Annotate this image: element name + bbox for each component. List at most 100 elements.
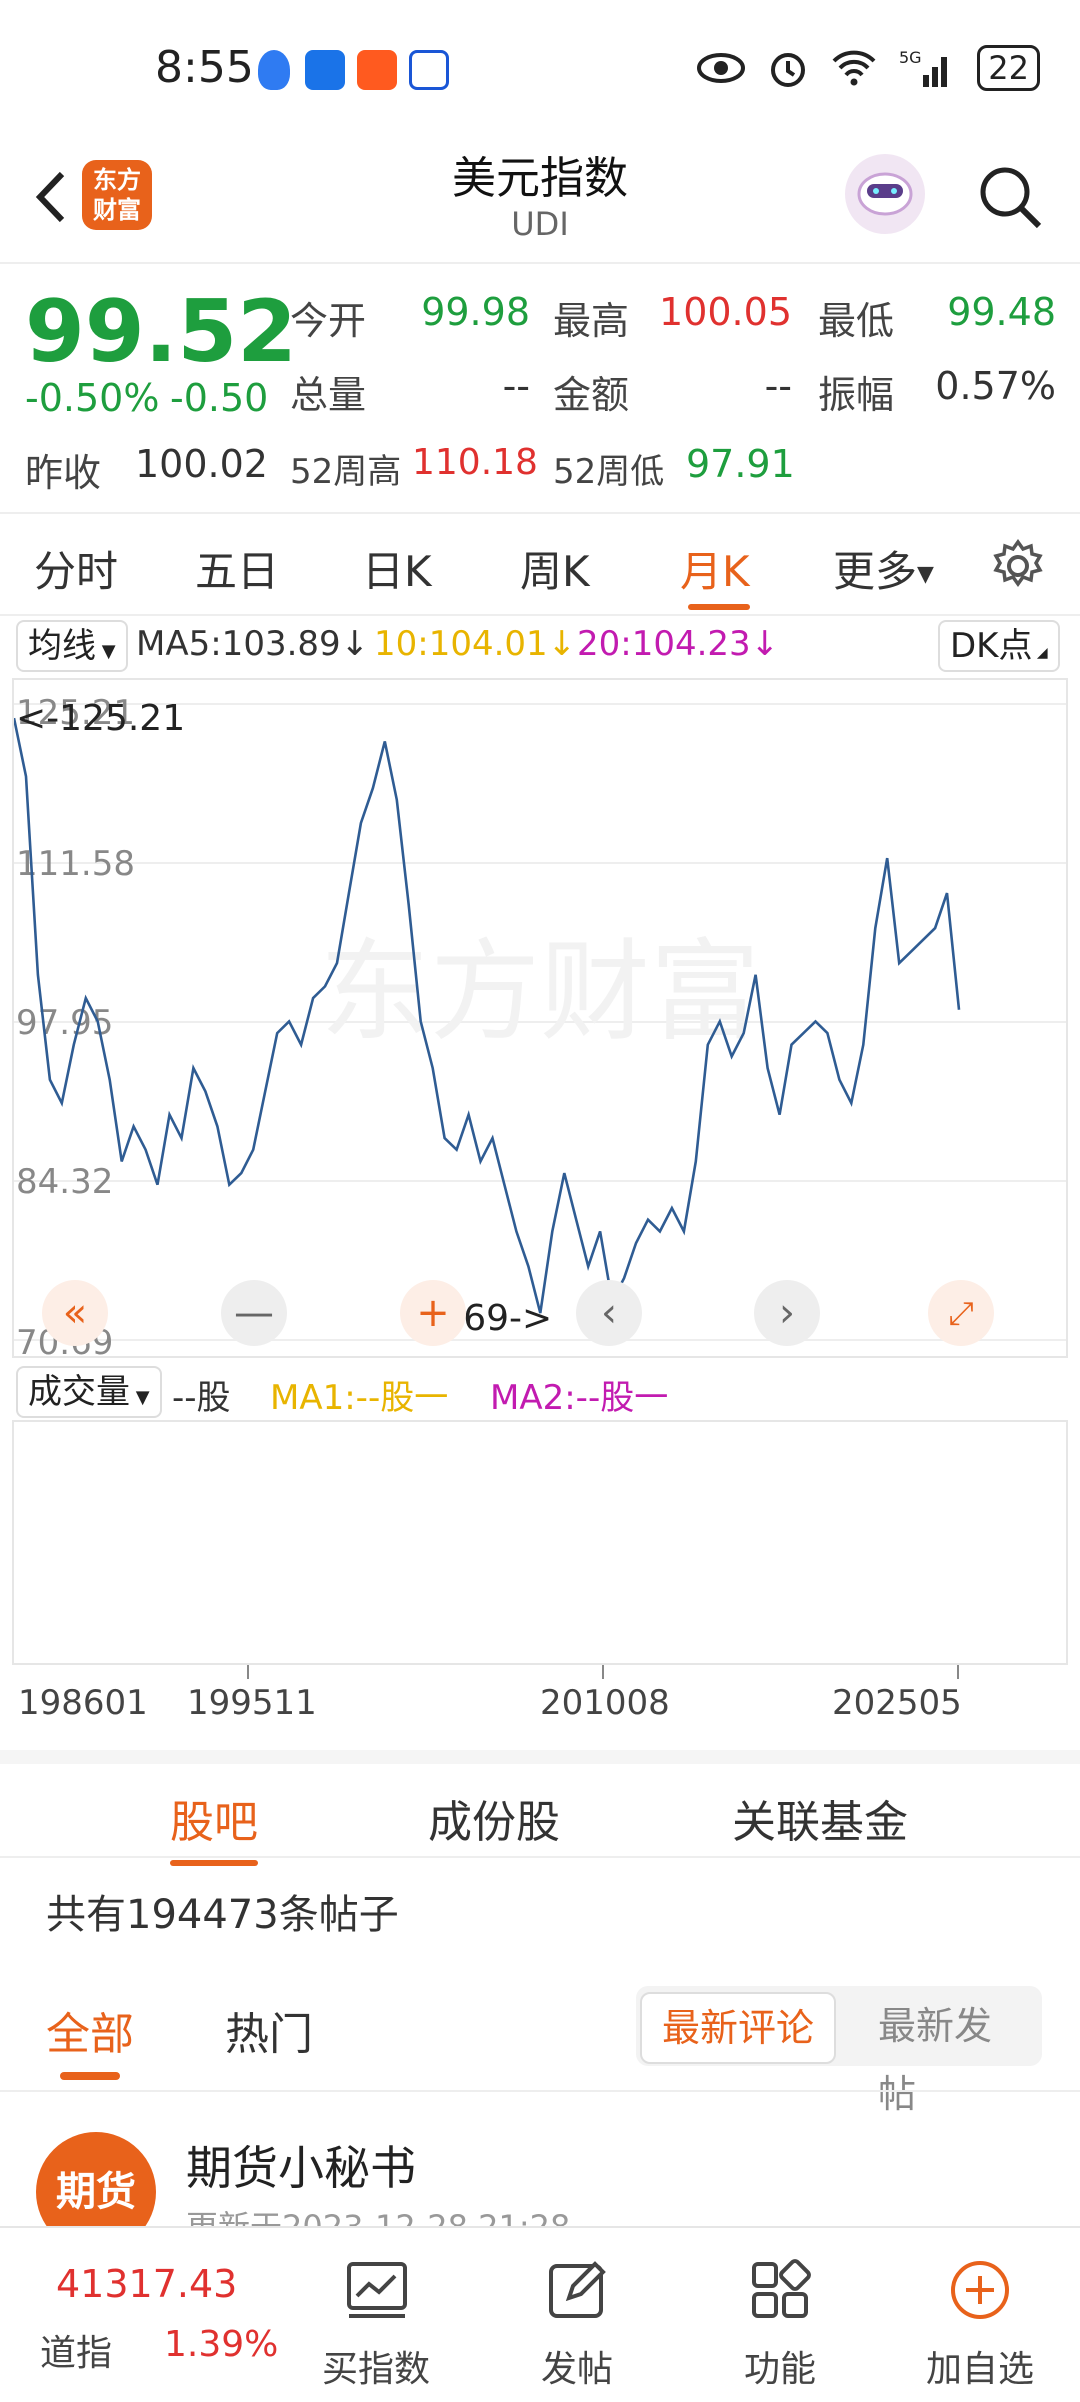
add-circle-icon[interactable] [948,2258,1012,2322]
sort-latest-comment[interactable]: 最新评论 [640,1992,837,2064]
tab-more-label: 更多 [833,547,918,596]
chart-watermark: 东方财富 [320,928,760,1056]
date-label: 198601 [18,1683,148,1723]
scroll-right-button[interactable]: › [754,1280,820,1346]
svg-text:5G: 5G [899,48,922,67]
zoom-in-button[interactable]: + [400,1280,466,1346]
wk52-low-label: 52周低 [553,452,665,492]
battery-indicator: 22 [977,45,1040,91]
features-button[interactable]: 功能 [700,2340,860,2392]
high-value: 100.05 [659,290,792,334]
grid-apps-icon[interactable] [748,2258,812,2322]
zoom-out-button[interactable]: — [221,1280,287,1346]
prev-close-label: 昨收 [25,451,102,495]
wk52-high-value: 110.18 [412,442,538,483]
tab-monthly-k[interactable]: 月K [680,538,750,599]
wk52-low-value: 97.91 [686,442,795,486]
date-label: 201008 [540,1683,670,1723]
index-change: 1.39% [164,2324,279,2365]
current-price: 99.52 [25,282,298,382]
caret-down-icon: ▼ [130,1387,150,1408]
alarm-icon [771,53,806,87]
volume-value: -- [502,364,530,408]
trend-chart-icon[interactable] [345,2258,409,2322]
status-right-icons: 5G 22 [697,40,1040,96]
high-label: 最高 [553,299,630,343]
app-notification-icon [305,50,345,90]
sort-toggle: 最新评论 最新发帖 [636,1986,1042,2116]
tab-intraday[interactable]: 分时 [34,538,118,599]
subtab-all[interactable]: 全部 [46,1998,134,2062]
wk52-high-label: 52周高 [290,452,402,492]
wifi-icon [832,50,876,86]
tab-constituents[interactable]: 成份股 [428,1786,560,1850]
date-label: 199511 [187,1683,317,1723]
scroll-left-button[interactable]: ‹ [576,1280,642,1346]
scroll-far-left-button[interactable]: « [42,1280,108,1346]
amplitude-value: 0.57% [935,364,1056,408]
index-ticker[interactable]: 41317.43 [56,2262,237,2306]
chart-canvas: 东方财富 125.21111.5897.9584.3270.69 <-125.2… [14,693,1066,1356]
volume-label: 总量 [290,373,367,417]
ma-selector[interactable]: 均线 ▼ [16,620,128,672]
tab-daily-k[interactable]: 日K [362,538,432,599]
active-section-underline [170,1860,258,1866]
ma10-value: 10:104.01↓ [374,624,577,664]
tab-guba[interactable]: 股吧 [170,1786,258,1850]
taobao-icon [357,50,397,90]
bottom-bar: 41317.43 道指 1.39% 买指数 发帖 功能 加自选 [0,2226,1080,2402]
volume-indicator-row: 成交量 ▼ --股 MA1:--股一 MA2:--股一 [0,1362,1080,1422]
ma-selector-label: 均线 [28,626,96,666]
post-item[interactable]: 期货 期货小秘书 更新于2023-12-28 21:28 [0,2090,1080,2252]
tab-more[interactable]: 更多▼ [833,538,934,599]
status-time: 8:55 [155,42,254,93]
change-value: -0.50 [170,376,269,420]
open-value: 99.98 [421,290,530,334]
date-ticks [247,1665,959,1679]
volume-selector[interactable]: 成交量 ▼ [16,1366,162,1418]
ma5-value: MA5:103.89↓ [136,624,370,664]
app-header: 东方 财富 美元指数 UDI [0,140,1080,260]
index-name: 道指 [40,2333,113,2374]
caret-down-icon: ▼ [917,562,934,587]
post-button[interactable]: 发帖 [497,2340,657,2392]
quote-panel: 99.52 -0.50% -0.50 今开 99.98 最高 100.05 最低… [0,262,1080,514]
active-tab-underline [688,604,750,610]
subtab-hot[interactable]: 热门 [225,1998,313,2062]
shield-icon [258,50,290,90]
corner-triangle-icon: ◢ [1032,645,1048,661]
index-value: 41317.43 [56,2262,238,2306]
date-axis: 198601 199511 201008 202505 [0,1665,1080,1750]
period-tabs: 分时 五日 日K 周K 月K 更多▼ [0,512,1080,616]
y-axis-tick-label: 84.32 [16,1162,113,1202]
assistant-robot-icon[interactable] [845,154,925,234]
amplitude-label: 振幅 [818,373,895,417]
tab-related-funds[interactable]: 关联基金 [732,1786,908,1850]
search-icon[interactable] [975,162,1045,232]
map-notification-icon [409,50,449,90]
volume-ma2: MA2:--股一 [490,1378,669,1418]
tab-weekly-k[interactable]: 周K [520,538,590,599]
dk-point-button[interactable]: DK点 ◢ [938,620,1060,672]
fullscreen-icon[interactable]: ⤢ [928,1280,994,1346]
edit-pen-icon[interactable] [545,2258,609,2322]
volume-chart[interactable] [12,1420,1068,1665]
signal-icon: 5G [899,48,948,87]
prev-close-value: 100.02 [135,442,268,486]
post-author[interactable]: 期货小秘书 [186,2132,416,2198]
post-count: 共有194473条帖子 [46,1892,399,1938]
low-value: 99.48 [947,290,1056,334]
add-watchlist-button[interactable]: 加自选 [900,2340,1060,2392]
volume-unit: --股 [172,1378,231,1418]
amount-label: 金额 [553,373,630,417]
tab-five-day[interactable]: 五日 [195,538,279,599]
amount-value: -- [764,364,792,408]
indicator-row: 均线 ▼ MA5:103.89↓ 10:104.01↓ 20:104.23↓ D… [0,616,1080,676]
price-chart[interactable]: 东方财富 125.21111.5897.9584.3270.69 <-125.2… [12,678,1068,1358]
subtab-underline [60,2072,120,2080]
buy-index-button[interactable]: 买指数 [296,2340,456,2392]
sort-latest-post[interactable]: 最新发帖 [858,1992,1042,2116]
eye-icon [697,53,746,83]
volume-selector-label: 成交量 [28,1372,130,1412]
settings-gear-icon[interactable] [990,538,1046,594]
